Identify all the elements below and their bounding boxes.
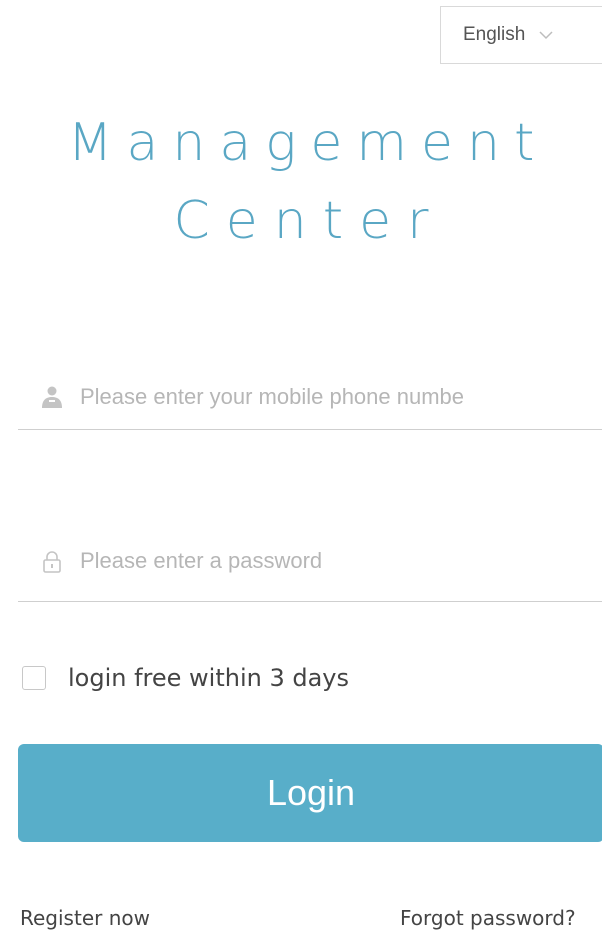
language-dropdown[interactable]: English — [440, 6, 602, 64]
user-icon — [42, 386, 62, 408]
page-title: Management Center — [0, 104, 602, 260]
phone-field — [18, 364, 602, 430]
lock-icon — [43, 550, 61, 573]
chevron-down-icon — [539, 31, 553, 40]
register-link[interactable]: Register now — [20, 906, 150, 930]
remember-checkbox[interactable] — [22, 666, 46, 690]
language-selected-label: English — [463, 24, 526, 45]
title-line-2: Center — [173, 191, 445, 251]
remember-login-option[interactable]: login free within 3 days — [22, 664, 349, 692]
title-line-1: Management — [67, 113, 549, 173]
password-field — [18, 520, 602, 602]
login-page: English Management Center login free wit… — [0, 0, 602, 936]
forgot-password-link[interactable]: Forgot password? — [400, 906, 576, 930]
login-button[interactable]: Login — [18, 744, 602, 842]
phone-input[interactable] — [80, 383, 550, 410]
remember-label: login free within 3 days — [68, 664, 350, 692]
password-input[interactable] — [80, 547, 550, 574]
